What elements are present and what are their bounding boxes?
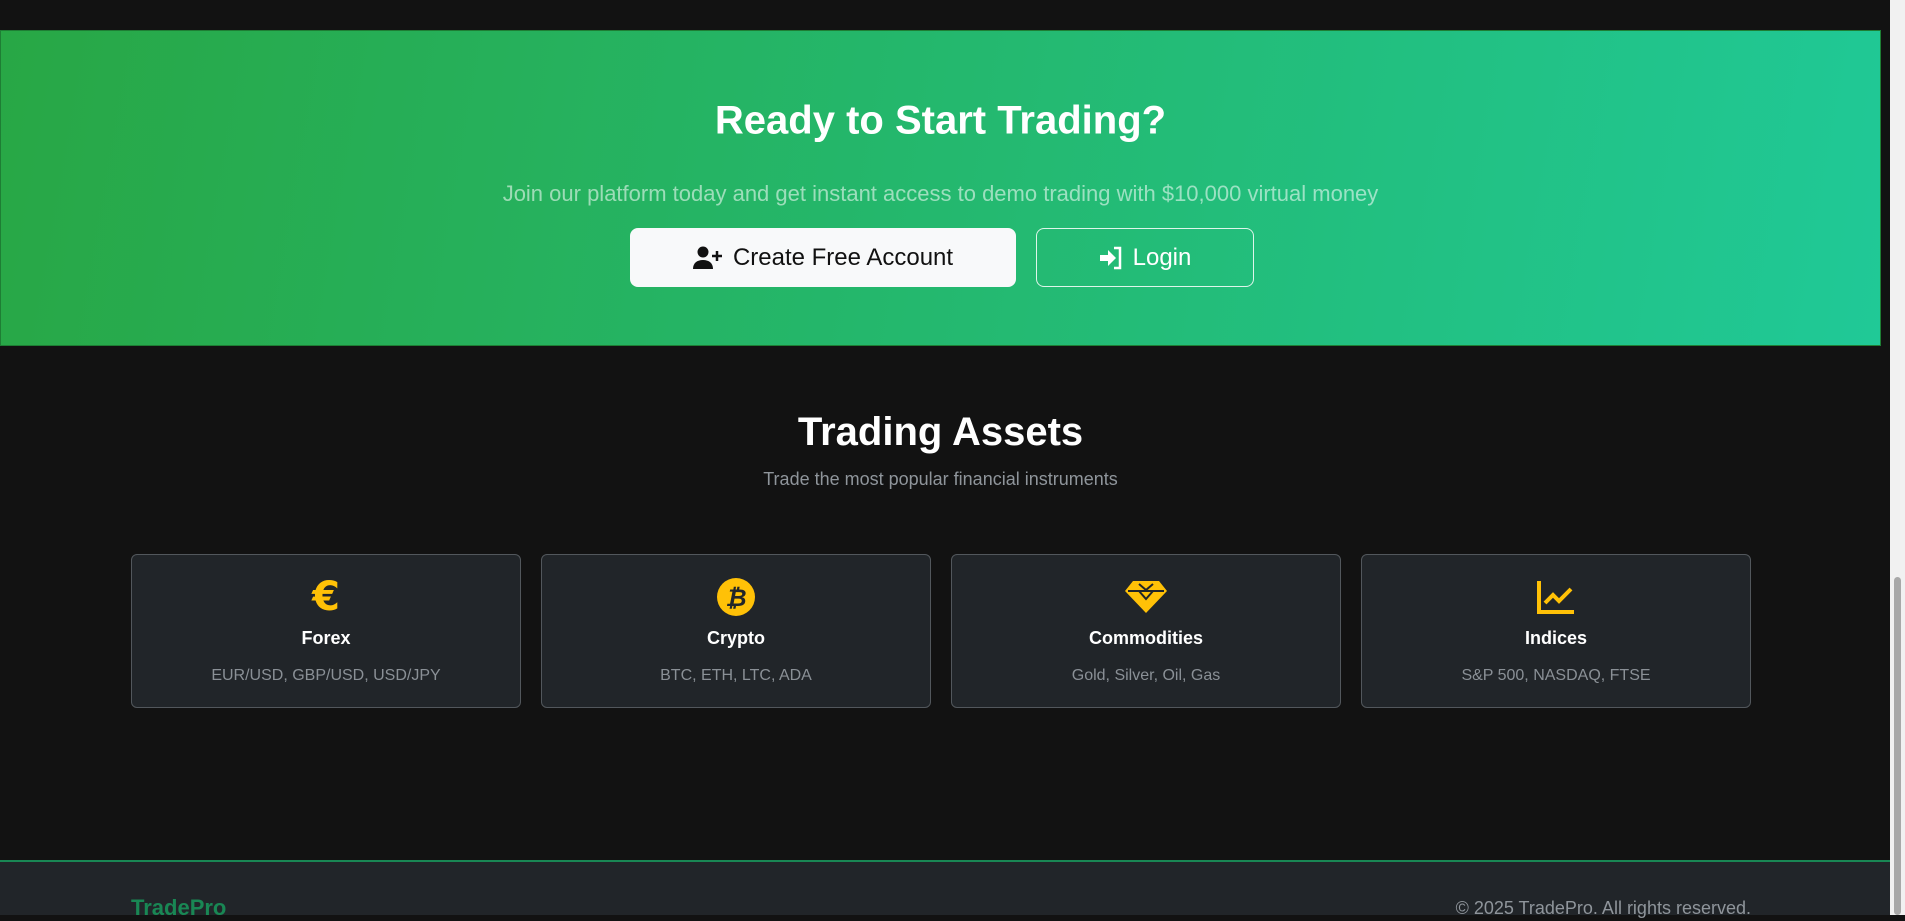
asset-desc: EUR/USD, GBP/USD, USD/JPY [211, 667, 441, 684]
asset-card-commodities[interactable]: Commodities Gold, Silver, Oil, Gas [951, 554, 1341, 708]
cta-subtitle: Join our platform today and get instant … [502, 181, 1379, 206]
asset-desc: S&P 500, NASDAQ, FTSE [1461, 667, 1651, 684]
svg-text:₿: ₿ [725, 584, 746, 612]
user-plus-icon [692, 246, 722, 269]
footer: TradePro © 2025 TradePro. All rights res… [0, 860, 1890, 920]
login-label: Login [1132, 243, 1192, 271]
asset-desc: BTC, ETH, LTC, ADA [660, 667, 812, 684]
asset-card-forex[interactable]: € Forex EUR/USD, GBP/USD, USD/JPY [131, 554, 521, 708]
asset-card-crypto[interactable]: ₿ Crypto BTC, ETH, LTC, ADA [541, 554, 931, 708]
create-account-label: Create Free Account [732, 243, 954, 271]
login-button[interactable]: Login [1036, 228, 1254, 287]
assets-subtitle: Trade the most popular financial instrum… [763, 469, 1118, 489]
cta-title: Ready to Start Trading? [714, 98, 1167, 143]
footer-brand[interactable]: TradePro [131, 895, 226, 921]
assets-title: Trading Assets [797, 410, 1084, 454]
create-account-button[interactable]: Create Free Account [630, 228, 1016, 287]
sign-in-icon [1099, 246, 1121, 269]
asset-title: Forex [301, 628, 351, 648]
euro-icon: € [312, 574, 340, 620]
asset-title: Commodities [1088, 628, 1203, 648]
cta-banner: Ready to Start Trading? Join our platfor… [0, 30, 1881, 346]
scrollbar-thumb[interactable] [1894, 577, 1901, 915]
asset-title: Crypto [707, 628, 765, 648]
asset-card-indices[interactable]: Indices S&P 500, NASDAQ, FTSE [1361, 554, 1751, 708]
asset-desc: Gold, Silver, Oil, Gas [1071, 667, 1221, 684]
page: Ready to Start Trading? Join our platfor… [0, 0, 1890, 920]
asset-title: Indices [1524, 628, 1588, 648]
gem-icon [952, 577, 1340, 617]
bitcoin-icon: ₿ [542, 577, 930, 617]
copyright: © 2025 TradePro. All rights reserved. [1455, 898, 1751, 918]
chart-line-icon [1362, 577, 1750, 617]
